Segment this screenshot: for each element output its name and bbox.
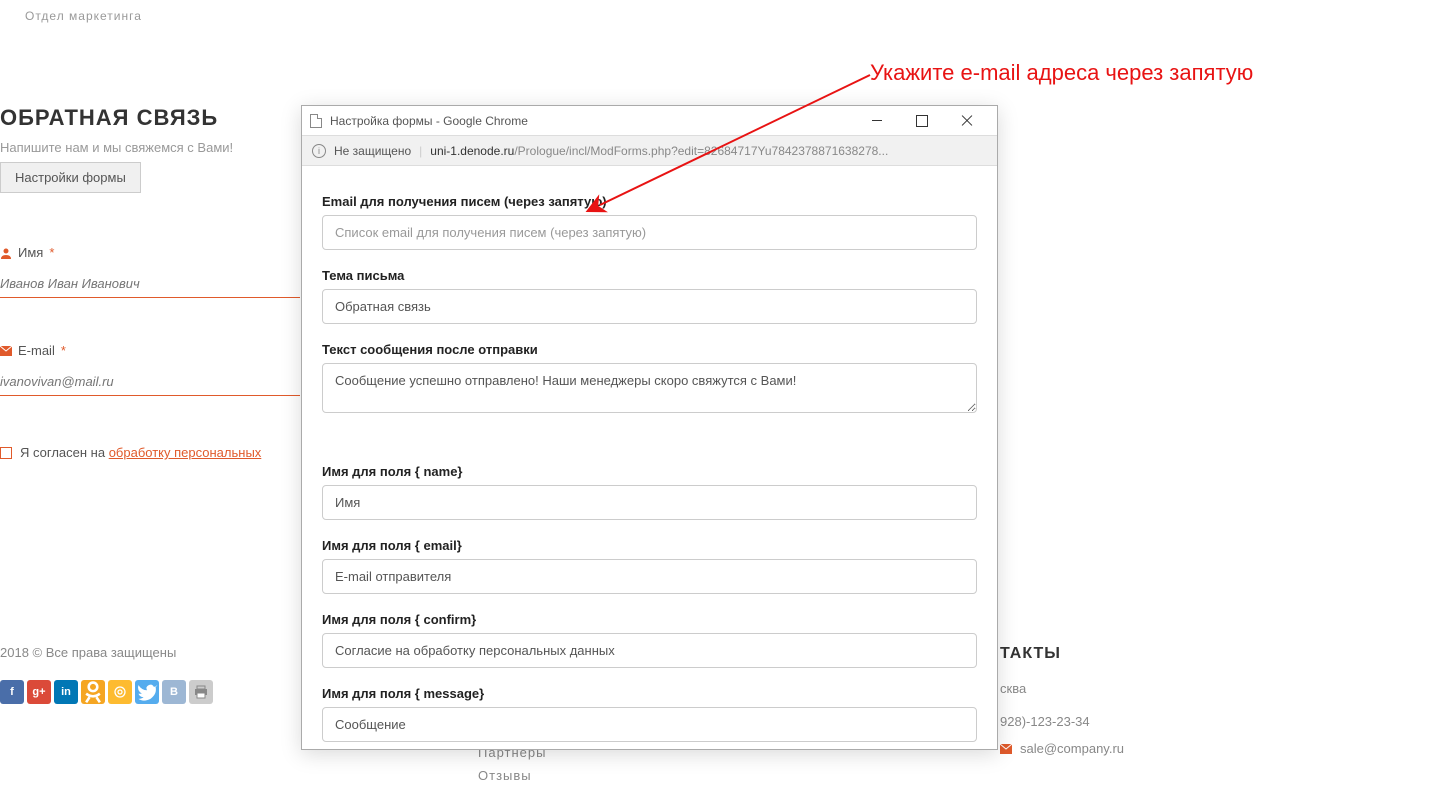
url-display[interactable]: uni-1.denode.ru/Prologue/incl/ModForms.p… bbox=[430, 144, 888, 158]
subject-label: Тема письма bbox=[322, 268, 977, 283]
envelope-icon bbox=[1000, 744, 1012, 754]
subject-input[interactable] bbox=[322, 289, 977, 324]
address-bar: i Не защищено | uni-1.denode.ru/Prologue… bbox=[302, 136, 997, 166]
message-field-input[interactable] bbox=[322, 707, 977, 742]
feedback-heading: ОБРАТНАЯ СВЯЗЬ bbox=[0, 105, 218, 131]
name-field-label: Имя для поля { name} bbox=[322, 464, 977, 479]
footer-contacts: ТАКТЫ сква 928)-123-23-34 sale@company.r… bbox=[1000, 645, 1124, 756]
name-label: Имя* bbox=[0, 245, 300, 260]
footer-links: Партнеры Отзывы bbox=[478, 745, 546, 791]
vk-icon[interactable]: B bbox=[162, 680, 186, 704]
confirm-field-label: Имя для поля { confirm} bbox=[322, 612, 977, 627]
info-icon[interactable]: i bbox=[312, 144, 326, 158]
window-controls bbox=[854, 107, 989, 135]
email-field-input[interactable] bbox=[322, 559, 977, 594]
security-status: Не защищено bbox=[334, 144, 411, 158]
email-label: E-mail* bbox=[0, 343, 300, 358]
document-icon bbox=[310, 114, 322, 128]
close-button[interactable] bbox=[944, 107, 989, 135]
window-titlebar: Настройка формы - Google Chrome bbox=[302, 106, 997, 136]
name-field-input[interactable] bbox=[322, 485, 977, 520]
email-field-group: E-mail* bbox=[0, 343, 300, 396]
social-bar: f g+ in B bbox=[0, 680, 213, 704]
consent-row: Я согласен на обработку персональных bbox=[0, 445, 261, 460]
consent-link[interactable]: обработку персональных bbox=[109, 445, 262, 460]
window-title: Настройка формы - Google Chrome bbox=[330, 114, 854, 128]
email-receive-label: Email для получения писем (через запятую… bbox=[322, 194, 977, 209]
print-icon[interactable] bbox=[189, 680, 213, 704]
contacts-heading: ТАКТЫ bbox=[1000, 645, 1124, 663]
annotation-text: Укажите e-mail адреса через запятую bbox=[870, 60, 1253, 86]
consent-checkbox[interactable] bbox=[0, 447, 12, 459]
message-field-label: Имя для поля { message} bbox=[322, 686, 977, 701]
email-field-label: Имя для поля { email} bbox=[322, 538, 977, 553]
after-send-textarea[interactable] bbox=[322, 363, 977, 413]
maximize-button[interactable] bbox=[899, 107, 944, 135]
user-icon bbox=[0, 247, 12, 259]
confirm-field-input[interactable] bbox=[322, 633, 977, 668]
name-field-group: Имя* bbox=[0, 245, 300, 298]
form-settings-popup: Настройка формы - Google Chrome i Не защ… bbox=[301, 105, 998, 750]
footer-link-reviews[interactable]: Отзывы bbox=[478, 768, 546, 783]
form-settings-button[interactable]: Настройки формы bbox=[0, 162, 141, 193]
after-send-label: Текст сообщения после отправки bbox=[322, 342, 977, 357]
facebook-icon[interactable]: f bbox=[0, 680, 24, 704]
phone-row: 928)-123-23-34 bbox=[1000, 714, 1124, 729]
mailru-icon[interactable] bbox=[108, 680, 132, 704]
department-label: Отдел маркетинга bbox=[25, 9, 142, 23]
twitter-icon[interactable] bbox=[135, 680, 159, 704]
city-row: сква bbox=[1000, 681, 1124, 696]
copyright-text: 2018 © Все права защищены bbox=[0, 645, 176, 660]
envelope-icon bbox=[0, 346, 12, 356]
email-input[interactable] bbox=[0, 368, 300, 396]
google-plus-icon[interactable]: g+ bbox=[27, 680, 51, 704]
email-receive-input[interactable] bbox=[322, 215, 977, 250]
name-input[interactable] bbox=[0, 270, 300, 298]
mail-row: sale@company.ru bbox=[1000, 741, 1124, 756]
popup-body[interactable]: Email для получения писем (через запятую… bbox=[302, 166, 997, 749]
odnoklassniki-icon[interactable] bbox=[81, 680, 105, 704]
minimize-button[interactable] bbox=[854, 107, 899, 135]
linkedin-icon[interactable]: in bbox=[54, 680, 78, 704]
feedback-subtitle: Напишите нам и мы свяжемся с Вами! bbox=[0, 140, 233, 155]
